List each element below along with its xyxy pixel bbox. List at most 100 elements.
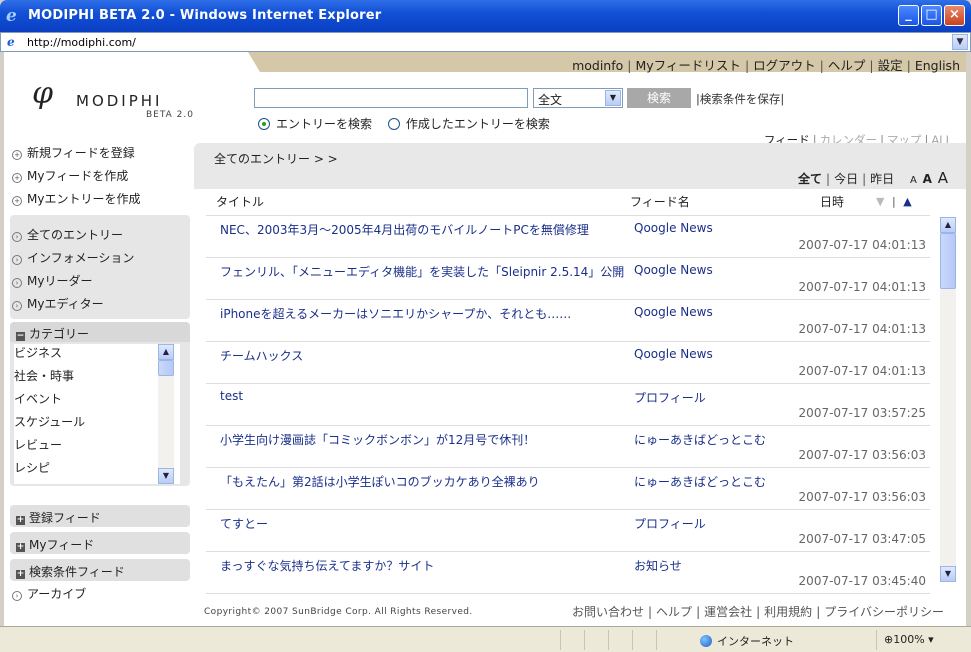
entry-title[interactable]: 「もえたん」第2話は小学生ぽいコのブッカケあり全裸あり	[220, 473, 540, 490]
table-row: NEC、2003年3月～2005年4月出荷のモバイルノートPCを無償修理 Qoog…	[206, 216, 930, 258]
breadcrumb[interactable]: 全てのエントリー > >	[214, 150, 338, 167]
entry-feed[interactable]: Qoogle News	[634, 347, 713, 361]
entry-title[interactable]: iPhoneを超えるメーカーはソニエリかシャープか、それとも……	[220, 305, 571, 322]
minimize-button[interactable]: _	[898, 5, 919, 26]
filter-all[interactable]: 全て	[798, 172, 822, 186]
sort-asc-icon[interactable]: ▲	[903, 195, 911, 208]
entry-feed[interactable]: Qoogle News	[634, 221, 713, 235]
nav-settings[interactable]: 設定	[878, 58, 903, 73]
filter-yesterday[interactable]: 昨日	[870, 172, 894, 186]
entry-feed[interactable]: プロフィール	[634, 515, 706, 532]
plus-circle-icon: +	[12, 150, 22, 160]
entry-list-scrollbar[interactable]: ▲ ▼	[940, 217, 956, 582]
scroll-thumb[interactable]	[158, 360, 174, 376]
category-item[interactable]: レシピ	[14, 459, 180, 482]
sidebar-item-information[interactable]: › インフォメーション	[12, 249, 134, 266]
entry-title[interactable]: チームハックス	[220, 347, 303, 364]
plus-circle-icon: +	[12, 196, 22, 206]
scroll-up-icon[interactable]: ▲	[158, 344, 174, 360]
font-small-button[interactable]: A	[910, 175, 917, 186]
footer-privacy[interactable]: プライバシーポリシー	[824, 605, 944, 619]
search-scope-select[interactable]: 全文 ▼	[533, 88, 623, 108]
window-title: MODIPHI BETA 2.0 - Windows Internet Expl…	[28, 8, 382, 23]
nav-logout[interactable]: ログアウト	[753, 58, 816, 73]
nav-help[interactable]: ヘルプ	[828, 58, 866, 73]
zoom-level[interactable]: ⊕100% ▾	[884, 633, 934, 646]
filter-today[interactable]: 今日	[834, 172, 858, 186]
column-date[interactable]: 日時	[820, 193, 844, 210]
font-large-button[interactable]: A	[938, 169, 948, 187]
scroll-down-icon[interactable]: ▼	[158, 468, 174, 484]
entry-title[interactable]: てすとー	[220, 515, 268, 532]
arrow-circle-icon: ›	[12, 255, 22, 265]
entry-feed[interactable]: Qoogle News	[634, 305, 713, 319]
category-item[interactable]: スケジュール	[14, 413, 180, 436]
entry-date: 2007-07-17 03:45:40	[798, 574, 926, 588]
search-input[interactable]	[254, 88, 528, 108]
entry-title[interactable]: まっすぐな気持ち伝えてますか？サイト	[220, 557, 434, 574]
category-item[interactable]: レビュー	[14, 436, 180, 459]
status-cell	[656, 630, 692, 650]
address-url[interactable]: http://modiphi.com/	[27, 36, 136, 49]
close-button[interactable]: ×	[944, 5, 965, 26]
radio-search-created[interactable]: 作成したエントリーを検索	[387, 117, 550, 131]
search-scope-value: 全文	[538, 93, 563, 107]
nav-my-feed-list[interactable]: Myフィードリスト	[636, 58, 741, 73]
column-feed[interactable]: フィード名	[630, 193, 690, 210]
scroll-thumb[interactable]	[940, 233, 956, 289]
nav-english[interactable]: English	[915, 58, 960, 73]
category-header[interactable]: − カテゴリー	[10, 322, 190, 342]
page-icon: e	[7, 35, 15, 49]
table-row: まっすぐな気持ち伝えてますか？サイト お知らせ 2007-07-17 03:45:4…	[206, 552, 930, 594]
sidebar-action-new-feed[interactable]: + 新規フィードを登録	[12, 144, 135, 161]
window-titlebar: e MODIPHI BETA 2.0 - Windows Internet Ex…	[0, 0, 971, 32]
footer-company[interactable]: 運営会社	[704, 605, 752, 619]
column-title[interactable]: タイトル	[216, 193, 264, 210]
category-scrollbar[interactable]: ▲ ▼	[158, 344, 174, 484]
sort-desc-icon[interactable]: ▼	[876, 195, 884, 208]
category-scroll-area[interactable]: ビジネス 社会・時事 イベント スケジュール レビュー レシピ	[14, 344, 180, 484]
scroll-up-icon[interactable]: ▲	[940, 217, 956, 233]
expand-icon: +	[16, 542, 25, 552]
address-dropdown-icon[interactable]: ▼	[952, 34, 968, 50]
sidebar-item-my-reader[interactable]: › Myリーダー	[12, 272, 92, 289]
sidebar-item-my-editor[interactable]: › Myエディター	[12, 295, 104, 312]
sidebar-item-all-entries[interactable]: › 全てのエントリー	[12, 226, 123, 243]
radio-search-entries[interactable]: エントリーを検索	[258, 117, 372, 131]
sidebar-my-feeds[interactable]: + Myフィード	[10, 532, 190, 554]
table-row: 「もえたん」第2話は小学生ぽいコのブッカケあり全裸あり にゅーあきばどっとこむ 20…	[206, 468, 930, 510]
save-search-link[interactable]: |検索条件を保存|	[696, 91, 784, 107]
entry-title[interactable]: NEC、2003年3月～2005年4月出荷のモバイルノートPCを無償修理	[220, 221, 589, 238]
status-cell	[560, 630, 584, 650]
entry-title[interactable]: 小学生向け漫画誌「コミックボンボン」が12月号で休刊！	[220, 431, 535, 448]
entry-feed[interactable]: にゅーあきばどっとこむ	[634, 431, 766, 448]
entry-date: 2007-07-17 04:01:13	[798, 364, 926, 378]
category-item[interactable]: ビジネス	[14, 344, 180, 367]
address-bar[interactable]: e http://modiphi.com/ ▼	[0, 32, 971, 52]
table-row: iPhoneを超えるメーカーはソニエリかシャープか、それとも…… Qoogle N…	[206, 300, 930, 342]
entry-title[interactable]: フェンリル、「メニューエディタ機能」を実装した「Sleipnir 2.5.14」…	[220, 263, 624, 280]
entry-feed[interactable]: にゅーあきばどっとこむ	[634, 473, 766, 490]
footer-contact[interactable]: お問い合わせ	[572, 605, 644, 619]
footer-terms[interactable]: 利用規約	[764, 605, 812, 619]
security-zone[interactable]: インターネット	[700, 633, 794, 649]
entry-title[interactable]: test	[220, 389, 243, 403]
category-item[interactable]: 社会・時事	[14, 367, 180, 390]
sidebar-registered-feeds[interactable]: + 登録フィード	[10, 505, 190, 527]
entry-feed[interactable]: Qoogle News	[634, 263, 713, 277]
scroll-down-icon[interactable]: ▼	[940, 566, 956, 582]
ie-icon: e	[6, 6, 17, 26]
entry-feed[interactable]: プロフィール	[634, 389, 706, 406]
sidebar-search-feeds[interactable]: + 検索条件フィード	[10, 559, 190, 581]
sidebar-action-create-entry[interactable]: + Myエントリーを作成	[12, 190, 140, 207]
sidebar-archive[interactable]: › アーカイブ	[12, 585, 86, 602]
entry-feed[interactable]: お知らせ	[634, 557, 682, 574]
font-medium-button[interactable]: A	[923, 172, 932, 186]
category-item[interactable]: イベント	[14, 390, 180, 413]
footer-help[interactable]: ヘルプ	[656, 605, 692, 619]
sidebar-action-create-my-feed[interactable]: + Myフィードを作成	[12, 167, 128, 184]
footer-links: お問い合わせ | ヘルプ | 運営会社 | 利用規約 | プライバシーポリシー	[571, 605, 944, 619]
maximize-button[interactable]: □	[921, 5, 942, 26]
search-button[interactable]: 検索	[627, 88, 691, 108]
nav-modinfo[interactable]: modinfo	[572, 58, 623, 73]
